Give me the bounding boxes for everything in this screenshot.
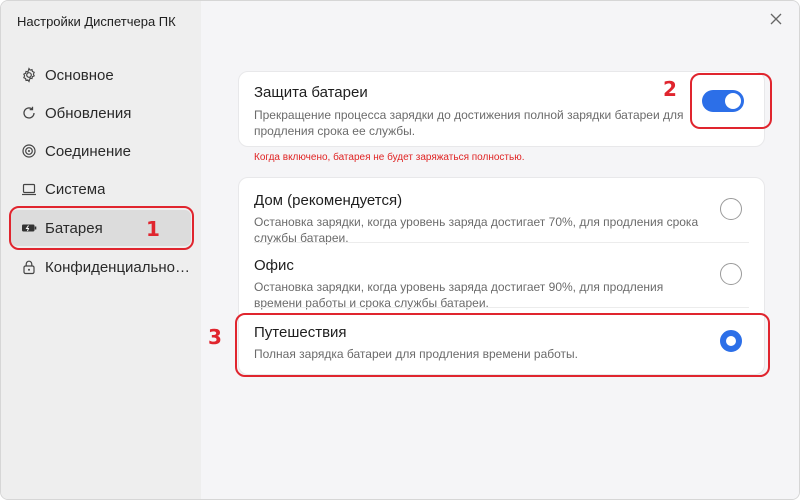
annotation-number-1: 1 bbox=[146, 217, 160, 241]
battery-protection-text: Защита батареи Прекращение процесса заря… bbox=[254, 84, 694, 139]
gear-icon bbox=[21, 67, 37, 83]
close-button[interactable] bbox=[765, 10, 787, 32]
battery-protection-title: Защита батареи bbox=[254, 84, 368, 101]
annotation-number-3: 3 bbox=[208, 325, 222, 349]
sidebar-item-general[interactable]: Основное bbox=[11, 57, 191, 93]
mode-description: Полная зарядка батареи для продления вре… bbox=[254, 347, 578, 361]
mode-title: Путешествия bbox=[254, 324, 347, 341]
sidebar-item-privacy[interactable]: Конфиденциально… bbox=[11, 249, 191, 285]
mode-text: Дом (рекомендуется) Остановка зарядки, к… bbox=[254, 192, 704, 246]
toggle-knob bbox=[725, 93, 741, 109]
sidebar-item-label: Обновления bbox=[45, 104, 132, 122]
connection-icon bbox=[21, 143, 37, 159]
sidebar-item-system[interactable]: Система bbox=[11, 171, 191, 207]
window-title: Настройки Диспетчера ПК bbox=[17, 14, 176, 29]
sidebar-item-label: Основное bbox=[45, 66, 114, 84]
battery-protection-warning: Когда включено, батарея не будет заряжат… bbox=[254, 152, 525, 163]
mode-text: Офис Остановка зарядки, когда уровень за… bbox=[254, 257, 704, 311]
battery-protection-description: Прекращение процесса зарядки до достижен… bbox=[254, 108, 684, 138]
mode-radio-travel[interactable] bbox=[720, 330, 742, 352]
sidebar-item-label: Конфиденциально… bbox=[45, 258, 190, 276]
annotation-number-2: 2 bbox=[663, 77, 677, 101]
mode-row-home[interactable]: Дом (рекомендуется) Остановка зарядки, к… bbox=[239, 178, 766, 245]
sidebar-item-label: Соединение bbox=[45, 142, 131, 160]
sidebar-item-connection[interactable]: Соединение bbox=[11, 133, 191, 169]
close-icon bbox=[770, 12, 782, 30]
mode-row-travel[interactable]: Путешествия Полная зарядка батареи для п… bbox=[239, 312, 766, 376]
mode-title: Офис bbox=[254, 257, 294, 274]
charging-modes-card: Дом (рекомендуется) Остановка зарядки, к… bbox=[238, 177, 765, 375]
mode-title: Дом (рекомендуется) bbox=[254, 192, 403, 209]
sidebar: Настройки Диспетчера ПК Основное Обновле… bbox=[1, 1, 201, 499]
mode-row-office[interactable]: Офис Остановка зарядки, когда уровень за… bbox=[239, 243, 766, 310]
sidebar-item-battery[interactable]: Батарея bbox=[11, 210, 191, 246]
mode-radio-home[interactable] bbox=[720, 198, 742, 220]
lock-icon bbox=[21, 259, 37, 275]
sidebar-item-label: Система bbox=[45, 180, 106, 198]
battery-protection-toggle[interactable] bbox=[702, 90, 744, 112]
sidebar-item-updates[interactable]: Обновления bbox=[11, 95, 191, 131]
settings-window: Настройки Диспетчера ПК Основное Обновле… bbox=[0, 0, 800, 500]
divider bbox=[254, 307, 749, 308]
battery-protection-card: Защита батареи Прекращение процесса заря… bbox=[238, 71, 765, 147]
refresh-icon bbox=[21, 105, 37, 121]
mode-radio-office[interactable] bbox=[720, 263, 742, 285]
laptop-icon bbox=[21, 181, 37, 197]
sidebar-item-label: Батарея bbox=[45, 219, 103, 237]
mode-text: Путешествия Полная зарядка батареи для п… bbox=[254, 324, 704, 362]
battery-icon bbox=[21, 220, 37, 236]
